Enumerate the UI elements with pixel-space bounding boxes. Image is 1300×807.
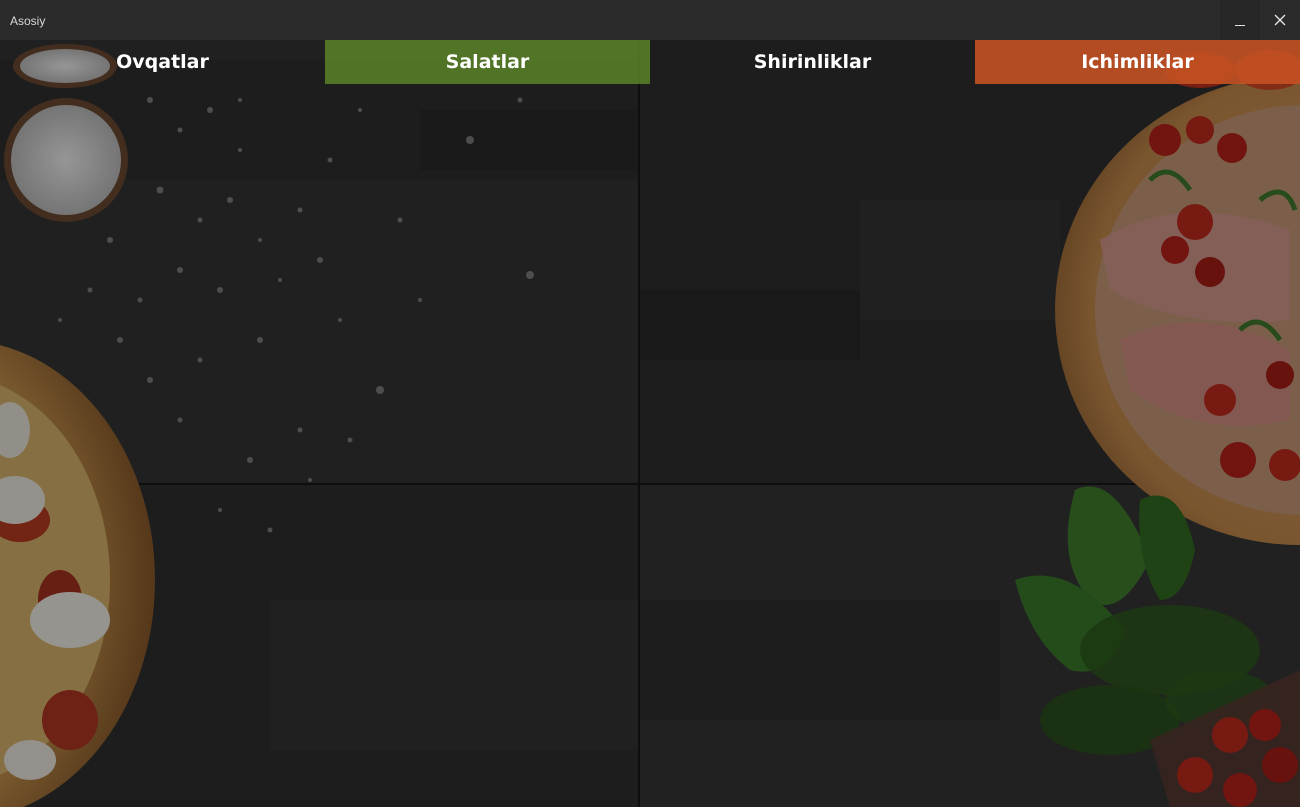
tab-shirinliklar[interactable]: Shirinliklar [650, 40, 975, 84]
tab-ovqatlar[interactable]: Ovqatlar [0, 40, 325, 84]
tab-ichimliklar[interactable]: Ichimliklar [975, 40, 1300, 84]
title-bar[interactable]: Asosiy [0, 0, 1300, 40]
category-nav: Ovqatlar Salatlar Shirinliklar Ichimlikl… [0, 40, 1300, 84]
minimize-button[interactable] [1220, 0, 1260, 40]
minimize-icon [1235, 24, 1245, 26]
tab-salatlar-label: Salatlar [445, 51, 530, 73]
close-icon [1274, 14, 1286, 26]
dark-overlay [0, 40, 1300, 807]
app-window: Asosiy Ovqatlar Salatlar Shirinliklar Ic… [0, 0, 1300, 807]
window-title: Asosiy [10, 14, 46, 28]
tab-salatlar[interactable]: Salatlar [325, 40, 650, 84]
tab-ovqatlar-label: Ovqatlar [116, 51, 209, 73]
background-image [0, 40, 1300, 807]
close-button[interactable] [1260, 0, 1300, 40]
tab-ichimliklar-label: Ichimliklar [1081, 51, 1194, 73]
tab-shirinliklar-label: Shirinliklar [753, 51, 872, 73]
main-content: Ovqatlar Salatlar Shirinliklar Ichimlikl… [0, 40, 1300, 807]
